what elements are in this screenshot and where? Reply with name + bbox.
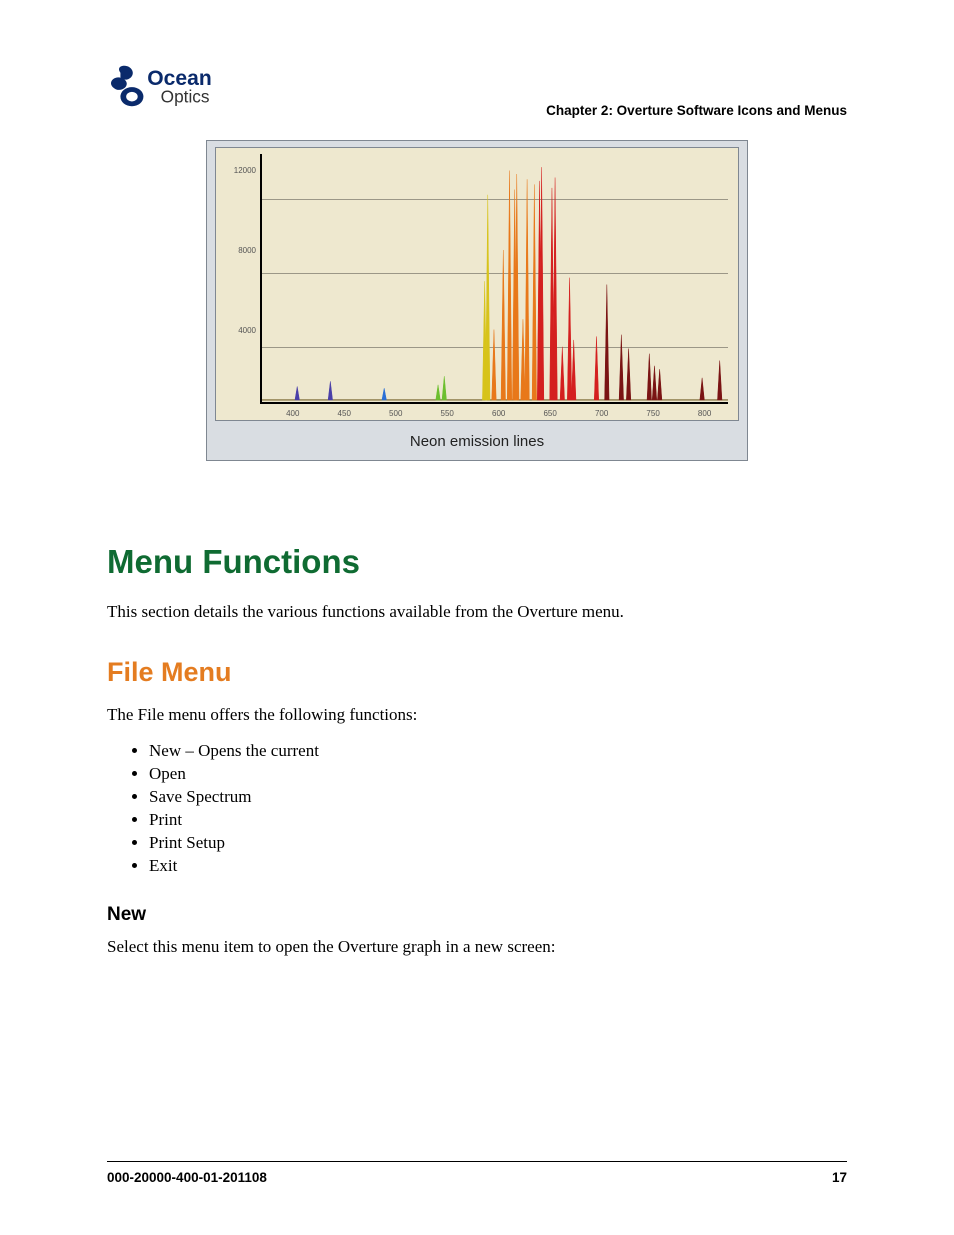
list-item: Print Setup xyxy=(149,832,847,855)
list-item: Exit xyxy=(149,855,847,878)
subsection-heading-file-menu: File Menu xyxy=(107,657,847,688)
list-item: New – Opens the current xyxy=(149,740,847,763)
x-tick-label: 800 xyxy=(698,409,711,418)
mini-body: Select this menu item to open the Overtu… xyxy=(107,936,847,958)
file-menu-list: New – Opens the current Open Save Spectr… xyxy=(131,740,847,878)
x-tick-label: 500 xyxy=(389,409,402,418)
chapter-title: Chapter 2: Overture Software Icons and M… xyxy=(546,103,847,118)
list-item: Open xyxy=(149,763,847,786)
section-intro: This section details the various functio… xyxy=(107,601,847,623)
neon-emission-figure: 12000 8000 4000 400 450 500 550 600 650 … xyxy=(206,140,748,461)
y-tick-label: 8000 xyxy=(222,246,256,255)
x-tick-label: 600 xyxy=(492,409,505,418)
x-axis-ticks: 400 450 500 550 600 650 700 750 800 xyxy=(260,406,728,418)
subsection-intro: The File menu offers the following funct… xyxy=(107,704,847,726)
y-tick-label: 4000 xyxy=(222,326,256,335)
footer-doc-id: 000-20000-400-01-201108 xyxy=(107,1170,267,1185)
list-item: Print xyxy=(149,809,847,832)
x-tick-label: 700 xyxy=(595,409,608,418)
footer-page-number: 17 xyxy=(832,1170,847,1185)
y-tick-label: 12000 xyxy=(222,166,256,175)
plot-area xyxy=(260,154,728,404)
mini-heading-new: New xyxy=(107,904,847,926)
figure-caption: Neon emission lines xyxy=(215,421,739,450)
x-tick-label: 650 xyxy=(543,409,556,418)
svg-text:Optics: Optics xyxy=(161,86,210,106)
list-item: Save Spectrum xyxy=(149,786,847,809)
x-tick-label: 750 xyxy=(646,409,659,418)
x-tick-label: 450 xyxy=(338,409,351,418)
spectrum-plot xyxy=(262,154,728,402)
plot-panel: 12000 8000 4000 400 450 500 550 600 650 … xyxy=(215,147,739,421)
x-tick-label: 400 xyxy=(286,409,299,418)
figure-container: 12000 8000 4000 400 450 500 550 600 650 … xyxy=(107,140,847,461)
x-tick-label: 550 xyxy=(441,409,454,418)
page-footer: 000-20000-400-01-201108 17 xyxy=(107,1161,847,1185)
section-heading-menu-functions: Menu Functions xyxy=(107,543,847,581)
ocean-optics-logo: Ocean Optics xyxy=(107,60,222,118)
page-header: Ocean Optics Chapter 2: Overture Softwar… xyxy=(107,60,847,118)
